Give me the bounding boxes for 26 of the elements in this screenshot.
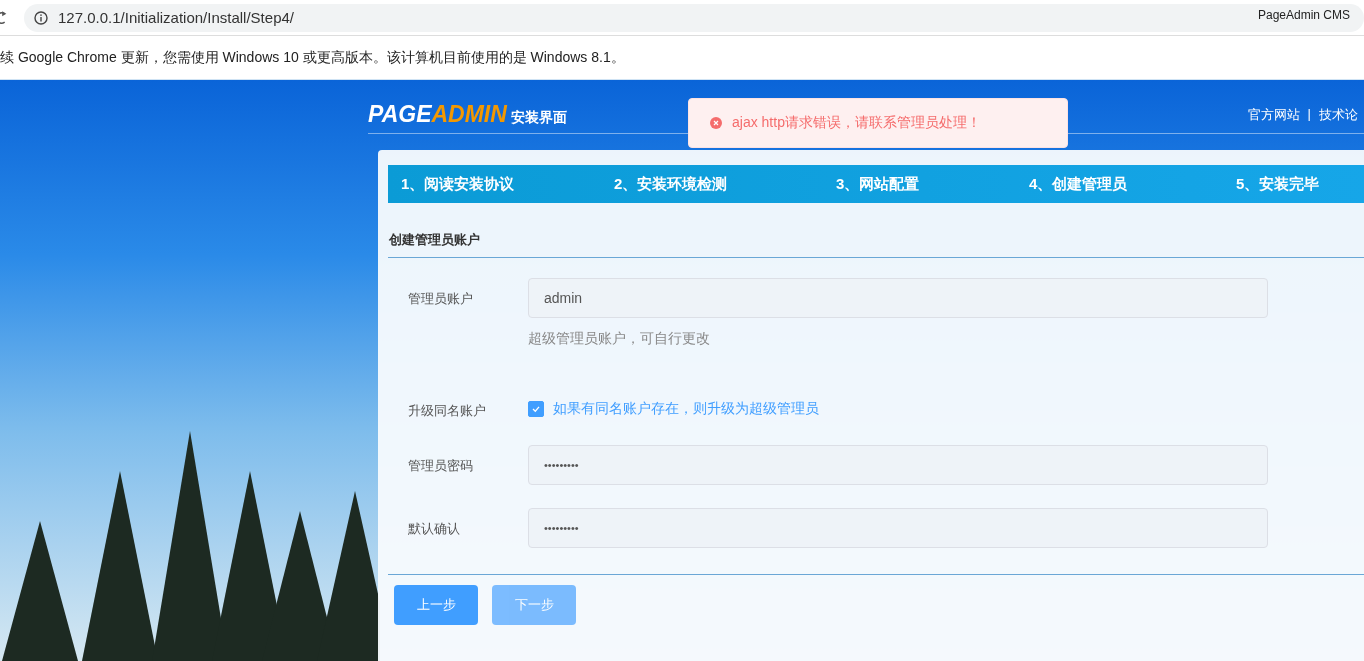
header-link[interactable]: 技术论	[1319, 105, 1358, 124]
info-icon[interactable]	[34, 10, 48, 25]
step-label: 5、安装完毕	[1236, 174, 1320, 194]
field-hint: 超级管理员账户，可自行更改	[528, 330, 711, 348]
password-field[interactable]: •••••••••	[528, 445, 1268, 485]
input-field[interactable]: admin	[528, 278, 1268, 318]
field-label: 管理员账户	[408, 290, 474, 308]
url-text: 127.0.0.1/Initialization/Install/Step4/	[58, 9, 294, 26]
field-label: 默认确认	[408, 520, 461, 538]
header-link[interactable]: 官方网站	[1247, 105, 1300, 124]
field-label: 管理员密码	[408, 457, 474, 475]
checkmark-icon	[531, 404, 541, 414]
step-label: 3、网站配置	[836, 174, 921, 194]
step-label: 4、创建管理员	[1029, 174, 1129, 194]
reload-icon[interactable]	[0, 9, 8, 26]
logo: PAGEADMIN 安装界面	[368, 101, 567, 128]
field-label: 升级同名账户	[408, 402, 487, 420]
section-title: 创建管理员账户	[388, 203, 1364, 258]
password-field[interactable]: •••••••••	[528, 508, 1268, 548]
toast-message: ajax http请求错误，请联系管理员处理！	[732, 114, 981, 132]
error-icon	[710, 117, 722, 129]
step-label: 2、安装环境检测	[614, 174, 729, 194]
checkbox[interactable]	[528, 401, 544, 417]
extension-label[interactable]: PageAdmin CMS	[1257, 8, 1350, 22]
step-label: 1、阅读安装协议	[401, 174, 516, 194]
link-separator: |	[1307, 105, 1311, 123]
